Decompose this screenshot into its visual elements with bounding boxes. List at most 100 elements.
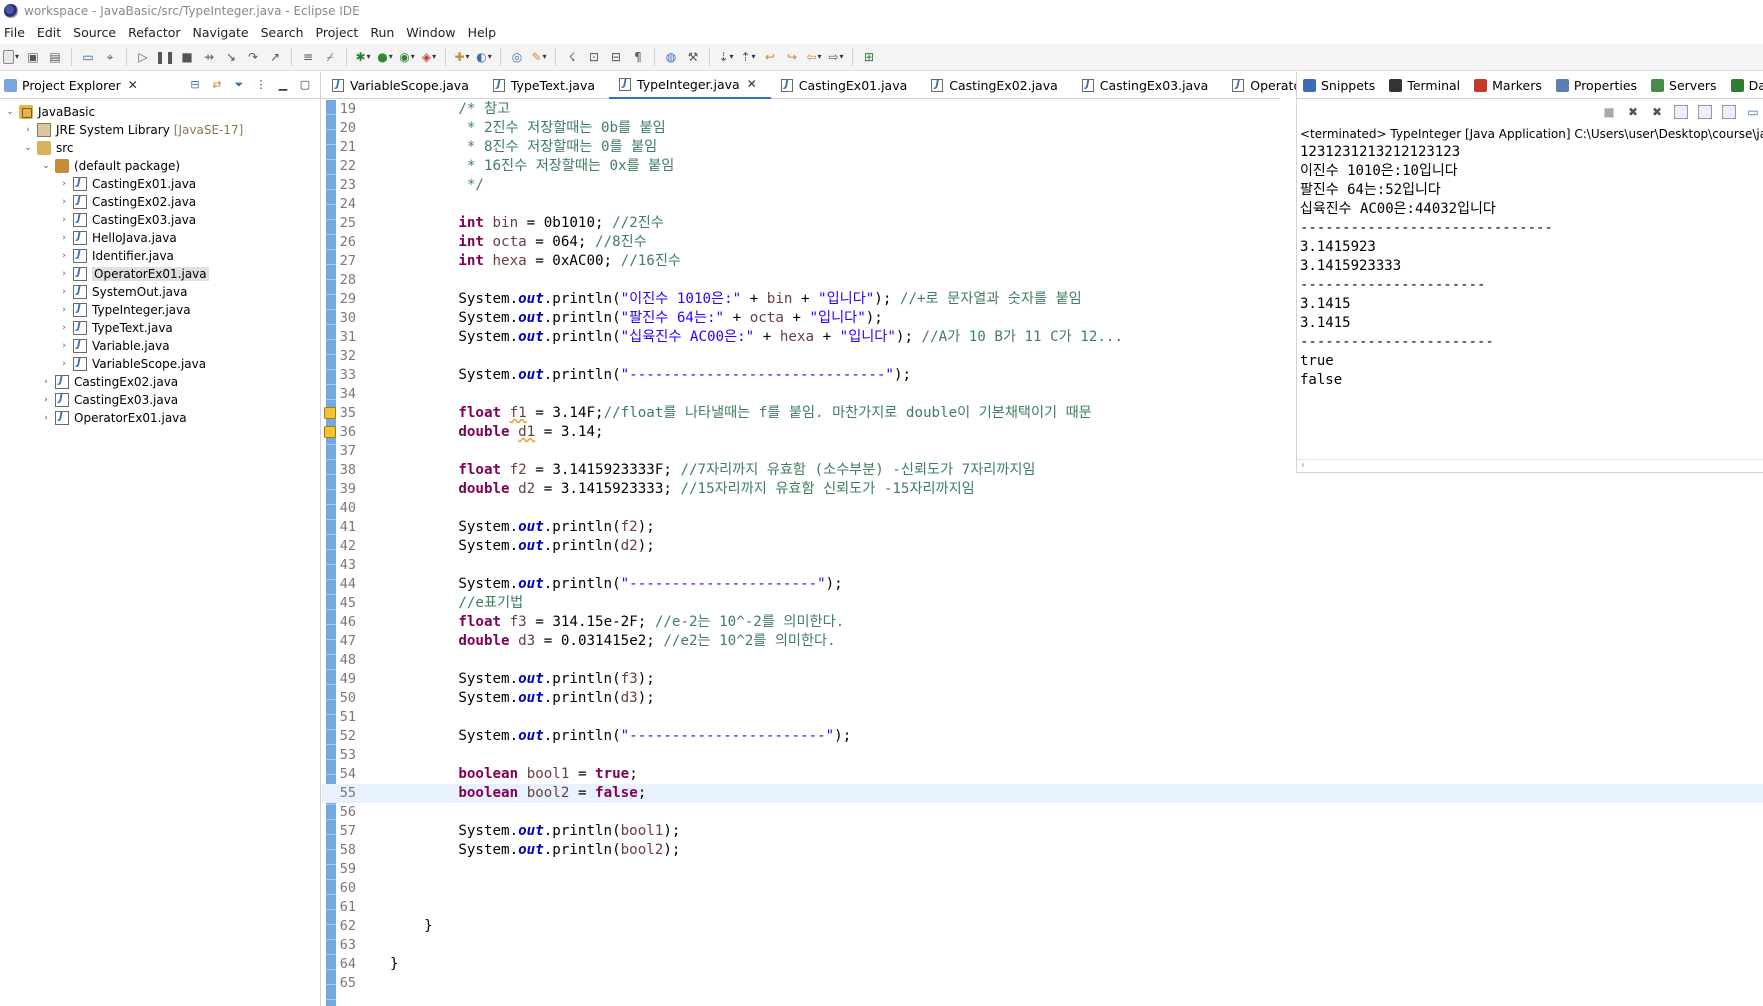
menu-refactor[interactable]: Refactor (124, 25, 188, 40)
chevron-down-icon[interactable]: ⌄ (4, 107, 16, 117)
code-line[interactable]: 39 double d2 = 3.1415923333; //15자리까지 유효… (322, 480, 1280, 499)
code-line[interactable]: 27 int hexa = 0xAC00; //16진수 (322, 252, 1280, 271)
code-line[interactable]: 41 System.out.println(f2); (322, 518, 1280, 537)
tree-item[interactable]: › Variable.java (0, 337, 320, 355)
code-line[interactable]: 60 (322, 879, 1280, 898)
tree-item[interactable]: › CastingEx03.java (0, 391, 320, 409)
menu-help[interactable]: Help (464, 25, 505, 40)
code-line[interactable]: 44 System.out.println("-----------------… (322, 575, 1280, 594)
code-line[interactable]: 36 double d1 = 3.14; (322, 423, 1280, 442)
new-java-package-icon[interactable]: ✚ (454, 49, 470, 65)
save-all-icon[interactable]: ▤ (47, 49, 63, 65)
menu-file[interactable]: File (0, 25, 33, 40)
chevron-down-icon[interactable]: ⌄ (40, 161, 52, 171)
code-line[interactable]: 63 (322, 936, 1280, 955)
chevron-right-icon[interactable]: › (58, 179, 70, 189)
link-with-editor-icon[interactable]: ⇄ (210, 78, 224, 92)
code-line[interactable]: 57 System.out.println(bool1); (322, 822, 1280, 841)
code-line[interactable]: 35 float f1 = 3.14F;//float를 나타낼때는 f를 붙임… (322, 404, 1280, 423)
code-line[interactable]: 34 (322, 385, 1280, 404)
warning-icon[interactable] (324, 407, 336, 419)
close-icon[interactable]: ✕ (128, 78, 138, 92)
tree-item[interactable]: ⌄ src (0, 139, 320, 157)
code-line[interactable]: 19 /* 참고 (322, 100, 1280, 119)
chevron-right-icon[interactable]: › (58, 287, 70, 297)
code-line[interactable]: 29 System.out.println("이진수 1010은:" + bin… (322, 290, 1280, 309)
code-line[interactable]: 47 double d3 = 0.031415e2; //e2는 10^2를 의… (322, 632, 1280, 651)
editor-tab[interactable]: TypeText.java (483, 72, 609, 98)
pin-icon[interactable]: ⌖ (102, 49, 118, 65)
code-line[interactable]: 22 * 16진수 저장할때는 0x를 붙임 (322, 157, 1280, 176)
tree-item[interactable]: › VariableScope.java (0, 355, 320, 373)
editor-tab[interactable]: CastingEx02.java (921, 72, 1072, 98)
code-line[interactable]: 50 System.out.println(d3); (322, 689, 1280, 708)
code-line[interactable]: 30 System.out.println("팔진수 64는:" + octa … (322, 309, 1280, 328)
code-line[interactable]: 42 System.out.println(d2); (322, 537, 1280, 556)
tree-item[interactable]: › HelloJava.java (0, 229, 320, 247)
menu-edit[interactable]: Edit (33, 25, 69, 40)
code-line[interactable]: 55 boolean bool2 = false; (322, 784, 1763, 803)
step-over-icon[interactable]: ↷ (245, 49, 261, 65)
web-browser-icon[interactable]: ◍ (663, 49, 679, 65)
back-icon[interactable]: ⇦ (806, 49, 822, 65)
menu-navigate[interactable]: Navigate (189, 25, 257, 40)
right-view-tab[interactable]: Snippets (1297, 72, 1383, 98)
previous-annotation-icon[interactable]: ⇡ (740, 49, 756, 65)
console-output[interactable]: 1231231213212123123 이진수 1010은:10입니다 팔진수 64… (1297, 143, 1763, 390)
code-line[interactable]: 46 float f3 = 314.15e-2F; //e-2는 10^-2를 … (322, 613, 1280, 632)
tree-item[interactable]: › CastingEx02.java (0, 373, 320, 391)
collapse-all-icon[interactable]: ⊟ (188, 78, 202, 92)
step-return-icon[interactable]: ↗ (267, 49, 283, 65)
code-line[interactable]: 65 (322, 974, 1280, 993)
code-line[interactable]: 51 (322, 708, 1280, 727)
code-line[interactable]: 62 } (322, 917, 1280, 936)
code-line[interactable]: 53 (322, 746, 1280, 765)
code-line[interactable]: 58 System.out.println(bool2); (322, 841, 1280, 860)
tree-item[interactable]: › JRE System Library [JavaSE-17] (0, 121, 320, 139)
menu-window[interactable]: Window (402, 25, 463, 40)
save-icon[interactable]: ▣ (25, 49, 41, 65)
console-horizontal-scrollbar[interactable]: ‹ (1297, 459, 1763, 472)
editor-tab[interactable]: VariableScope.java (322, 72, 483, 98)
markers-toolbar-icon[interactable]: ⚒ (685, 49, 701, 65)
word-wrap-icon[interactable] (1698, 105, 1712, 119)
right-view-tab[interactable]: Properties (1550, 72, 1645, 98)
forward-edit-icon[interactable]: ↪ (784, 49, 800, 65)
chevron-right-icon[interactable]: › (58, 269, 70, 279)
open-type-icon[interactable]: ◎ (509, 49, 525, 65)
chevron-right-icon[interactable]: › (22, 125, 34, 135)
run-icon[interactable]: ● (377, 49, 393, 65)
menu-source[interactable]: Source (69, 25, 124, 40)
chevron-right-icon[interactable]: › (58, 251, 70, 261)
code-line[interactable]: 56 (322, 803, 1280, 822)
chevron-right-icon[interactable]: › (58, 359, 70, 369)
filter-icon[interactable]: ⏷ (232, 78, 246, 92)
code-line[interactable]: 25 int bin = 0b1010; //2진수 (322, 214, 1280, 233)
chevron-right-icon[interactable]: › (58, 215, 70, 225)
code-line[interactable]: 28 (322, 271, 1280, 290)
tree-item[interactable]: › CastingEx01.java (0, 175, 320, 193)
chevron-down-icon[interactable]: ⌄ (22, 143, 34, 153)
tree-item[interactable]: › Identifier.java (0, 247, 320, 265)
resume-icon[interactable]: ▷ (135, 49, 151, 65)
code-line[interactable]: 61 (322, 898, 1280, 917)
tree-item[interactable]: › TypeText.java (0, 319, 320, 337)
tree-item[interactable]: › OperatorEx01.java (0, 265, 320, 283)
code-line[interactable]: 45 //e표기법 (322, 594, 1280, 613)
code-line[interactable]: 54 boolean bool1 = true; (322, 765, 1280, 784)
code-line[interactable]: 24 (322, 195, 1280, 214)
code-line[interactable]: 26 int octa = 064; //8진수 (322, 233, 1280, 252)
tree-item[interactable]: › OperatorEx01.java (0, 409, 320, 427)
remove-all-terminated-icon[interactable]: ✖ (1650, 105, 1664, 119)
chevron-right-icon[interactable]: › (58, 197, 70, 207)
code-line[interactable]: 59 (322, 860, 1280, 879)
new-icon[interactable] (3, 49, 19, 65)
code-area[interactable]: 19 /* 참고 20 * 2진수 저장할때는 0b를 붙임 21 * 8진수 저장… (322, 100, 1763, 993)
code-line[interactable]: 64} (322, 955, 1280, 974)
show-whitespace-icon[interactable]: ¶ (630, 49, 646, 65)
open-perspective-icon[interactable]: ⊞ (861, 49, 877, 65)
code-line[interactable]: 32 (322, 347, 1280, 366)
right-view-tab[interactable]: Markers (1468, 72, 1550, 98)
menu-project[interactable]: Project (312, 25, 367, 40)
code-line[interactable]: 52 System.out.println("-----------------… (322, 727, 1280, 746)
